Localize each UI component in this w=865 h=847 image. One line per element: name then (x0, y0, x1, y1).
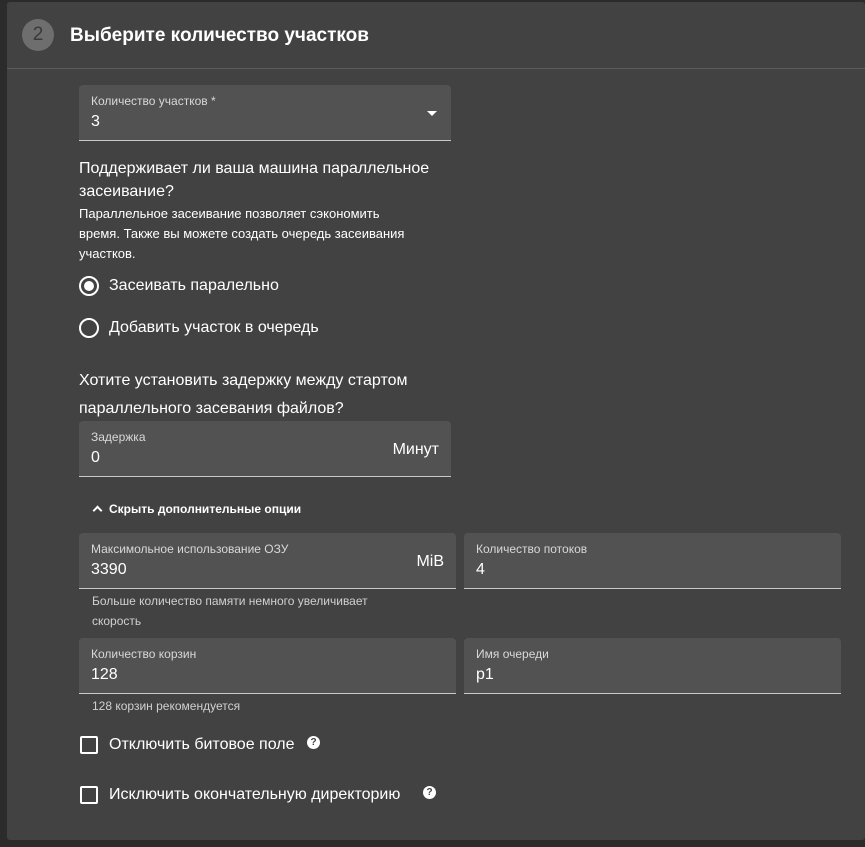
delay-value: 0 (91, 449, 100, 466)
radio-parallel[interactable] (79, 276, 99, 296)
chevron-up-icon (92, 505, 103, 516)
ram-hint: Больше количество памяти немного увеличи… (92, 591, 368, 631)
plot-count-label: Количество участков * (91, 94, 216, 108)
plot-count-select[interactable]: Количество участков * 3 (79, 85, 451, 141)
queue-name-label: Имя очереди (476, 647, 549, 661)
buckets-label: Количество корзин (91, 647, 197, 661)
ram-input[interactable]: Максимольное использование ОЗУ 3390 MiB (79, 533, 456, 589)
buckets-input[interactable]: Количество корзин 128 (79, 638, 456, 694)
ram-label: Максимольное использование ОЗУ (91, 542, 289, 556)
step-number-badge: 2 (22, 19, 54, 51)
ram-value: 3390 (91, 561, 127, 578)
parallel-question-line: Поддерживает ли ваша машина параллельное (79, 160, 430, 177)
delay-unit: Минут (392, 441, 439, 458)
delay-question-line: Хотите установить задержку между стартом (79, 372, 408, 389)
plot-settings-panel: 2 Выберите количество участков Количеств… (7, 2, 865, 840)
help-icon[interactable]: ? (307, 736, 320, 749)
radio-selected-dot (84, 281, 94, 291)
parallel-description-line: участков. (79, 246, 136, 261)
hide-advanced-options-button[interactable]: Скрыть дополнительные опции (85, 502, 301, 516)
exclude-final-dir-label[interactable]: Исключить окончательную директорию (109, 786, 400, 804)
parallel-question: Поддерживает ли ваша машина параллельное… (79, 157, 429, 203)
radio-parallel-label[interactable]: Засеивать паралельно (109, 277, 279, 295)
queue-name-input[interactable]: Имя очереди p1 (464, 638, 841, 694)
threads-label: Количество потоков (476, 542, 588, 556)
radio-queue[interactable] (79, 318, 99, 338)
parallel-description-line: время. Также вы можете создать очередь з… (79, 226, 405, 241)
step-title: Выберите количество участков (70, 25, 369, 46)
threads-input[interactable]: Количество потоков 4 (464, 533, 841, 589)
buckets-value: 128 (91, 666, 118, 683)
delay-question: Хотите установить задержку между стартом… (79, 367, 407, 423)
delay-question-line: параллельного засевания файлов? (79, 400, 344, 417)
hide-advanced-options-label: Скрыть дополнительные опции (109, 502, 302, 516)
step-header: 2 Выберите количество участков (7, 2, 865, 69)
buckets-hint: 128 корзин рекомендуется (92, 699, 241, 713)
parallel-description: Параллельное засеивание позволяет сэконо… (79, 204, 404, 264)
disable-bitfield-label[interactable]: Отключить битовое поле (109, 736, 294, 754)
ram-hint-line: скорость (92, 614, 142, 628)
delay-label: Задержка (91, 430, 146, 444)
plot-count-value: 3 (91, 113, 100, 130)
ram-unit: MiB (416, 553, 444, 570)
threads-value: 4 (476, 561, 485, 578)
chevron-down-icon[interactable] (427, 111, 437, 116)
ram-hint-line: Больше количество памяти немного увеличи… (92, 594, 368, 608)
parallel-question-line: засеивание? (79, 183, 174, 200)
help-icon[interactable]: ? (423, 786, 436, 799)
radio-queue-label[interactable]: Добавить участок в очередь (109, 319, 319, 337)
delay-input[interactable]: Задержка 0 Минут (79, 421, 451, 477)
disable-bitfield-checkbox[interactable] (80, 736, 98, 754)
exclude-final-dir-checkbox[interactable] (80, 786, 98, 804)
parallel-description-line: Параллельное засеивание позволяет сэконо… (79, 206, 380, 221)
queue-name-value: p1 (476, 666, 494, 683)
